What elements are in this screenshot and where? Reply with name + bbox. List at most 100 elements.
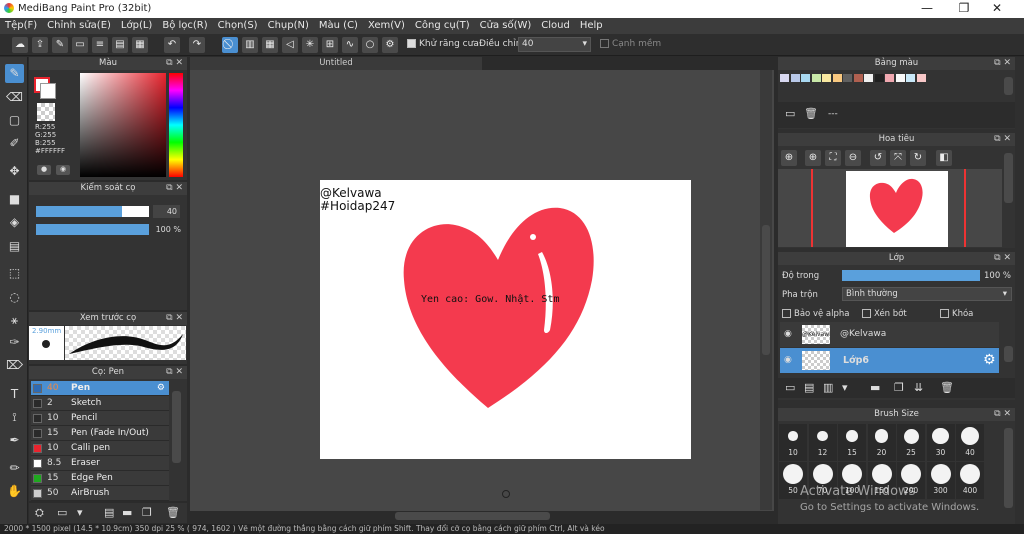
palette-scrollbar[interactable] <box>1004 77 1013 95</box>
menu-help[interactable]: Help <box>575 18 608 33</box>
bucket-tool-icon[interactable]: ◈ <box>5 213 24 232</box>
brush-item[interactable]: 10 Calli pen <box>31 441 169 456</box>
palette-swatch[interactable] <box>822 74 831 82</box>
color-mode-icon[interactable]: ● <box>37 165 51 175</box>
brush-item[interactable]: 2 Sketch <box>31 396 169 411</box>
duplicate-brush-icon[interactable]: ❐ <box>142 506 152 519</box>
brush-item[interactable]: 50 AirBrush <box>31 486 169 501</box>
antialias-checkbox[interactable]: Khử răng cưa <box>407 39 479 49</box>
palette-swatch[interactable] <box>811 74 821 82</box>
panel-close-icon[interactable]: ⧉ ✕ <box>166 312 183 325</box>
minimize-button[interactable]: — <box>910 0 944 18</box>
new-halftone-layer-icon[interactable]: ▤ <box>804 381 814 394</box>
brush-size-value[interactable]: 40 <box>153 205 180 218</box>
menu-filter[interactable]: Bộ lọc(R) <box>157 18 212 33</box>
palette-swatch[interactable] <box>843 74 852 82</box>
clipping-checkbox[interactable]: Xén bớt <box>862 309 907 319</box>
menu-select[interactable]: Chọn(S) <box>213 18 263 33</box>
pen-tool-icon[interactable]: ✏ <box>5 459 24 478</box>
grid-icon[interactable]: ▦ <box>132 37 148 53</box>
select-pen-tool-icon[interactable]: ✑ <box>5 333 24 352</box>
add-brush-icon[interactable]: ▭ <box>57 506 67 519</box>
canvas-area[interactable]: @Kelvawa #Hoidap247 Yen cao: Gow. Nhật. … <box>190 70 774 520</box>
delete-brush-icon[interactable]: 🗑 <box>166 506 180 519</box>
layer-row-selected[interactable]: ◉ Lớp6 ⚙ <box>780 348 999 373</box>
brush-settings-icon[interactable]: ▤ <box>104 506 114 519</box>
layers-scrollbar[interactable] <box>1004 346 1013 362</box>
brush-item-selected[interactable]: 40 Pen ⚙ <box>31 381 169 396</box>
panel-close-icon[interactable]: ⧉ ✕ <box>166 57 183 70</box>
brush-size-scrollbar[interactable] <box>1004 428 1013 508</box>
brush-size-cell[interactable]: 12 <box>808 424 837 461</box>
brush-tool-icon[interactable]: ✎ <box>5 64 24 83</box>
document-icon[interactable]: ≡ <box>92 37 108 53</box>
grid-snap-icon[interactable]: ▦ <box>262 37 278 53</box>
canvas-vscroll-thumb[interactable] <box>762 225 770 355</box>
brush-size-cell[interactable]: 10 <box>779 424 807 461</box>
panel-close-icon[interactable]: ⧉ ✕ <box>994 252 1011 265</box>
palette-swatch[interactable] <box>832 74 842 82</box>
palette-swatch[interactable] <box>853 74 863 82</box>
move-tool-icon[interactable]: ✥ <box>5 162 24 181</box>
eyedropper-tool-icon[interactable]: ✒ <box>5 431 24 450</box>
brush-size-cell[interactable]: 300 <box>926 462 955 499</box>
transparent-swatch[interactable] <box>37 103 55 121</box>
palette-swatch[interactable] <box>864 74 873 82</box>
brush-item[interactable]: 15 Edge Pen <box>31 471 169 486</box>
divide-tool-icon[interactable]: ⟟ <box>5 408 24 427</box>
eye-icon[interactable]: ◉ <box>784 329 792 339</box>
navigator-preview[interactable] <box>778 169 1002 247</box>
brush-size-cell[interactable]: 40 <box>956 424 984 461</box>
eye-icon[interactable]: ◉ <box>784 355 792 365</box>
brush-item[interactable]: 15 Pen (Fade In/Out) <box>31 426 169 441</box>
panel-close-icon[interactable]: ⧉ ✕ <box>994 57 1011 70</box>
layout-icon[interactable]: ▤ <box>112 37 128 53</box>
brush-folder-icon[interactable]: ▬ <box>122 506 132 519</box>
close-button[interactable]: ✕ <box>980 0 1014 18</box>
correction-select[interactable]: 40 ▾ <box>518 37 591 52</box>
dot-tool-icon[interactable]: ✐ <box>5 134 24 153</box>
lock-checkbox[interactable]: Khóa <box>940 309 973 319</box>
palette-swatch[interactable] <box>916 74 926 82</box>
circle-snap-icon[interactable]: ○ <box>362 37 378 53</box>
palette-swatch[interactable] <box>780 74 789 82</box>
duplicate-layer-icon[interactable]: ❐ <box>894 381 904 394</box>
zoom-in-2-icon[interactable]: ⊕ <box>805 150 821 166</box>
menu-snap[interactable]: Chụp(N) <box>263 18 314 33</box>
delete-color-icon[interactable]: 🗑 <box>804 107 818 120</box>
menu-color[interactable]: Màu (C) <box>314 18 363 33</box>
panel-close-icon[interactable]: ⧉ ✕ <box>166 182 183 195</box>
rotate-left-icon[interactable]: ↺ <box>870 150 886 166</box>
palette-swatch[interactable] <box>906 74 915 82</box>
panel-close-icon[interactable]: ⧉ ✕ <box>994 408 1011 421</box>
parallel-snap-icon[interactable]: ▥ <box>242 37 258 53</box>
color-picker-icon[interactable]: ◉ <box>56 165 70 175</box>
document-canvas[interactable]: @Kelvawa #Hoidap247 Yen cao: Gow. Nhật. … <box>320 180 691 459</box>
secondary-color-swatch[interactable] <box>40 83 56 99</box>
menu-edit[interactable]: Chỉnh sửa(E) <box>42 18 116 33</box>
canvas-hscroll-thumb[interactable] <box>395 512 550 520</box>
brush-size-cell[interactable]: 30 <box>926 424 955 461</box>
rectangle-tool-icon[interactable]: ▢ <box>5 111 24 130</box>
palette-swatch[interactable] <box>885 74 894 82</box>
gear-icon[interactable]: ⚙ <box>983 352 996 368</box>
radial-snap-icon[interactable]: ✳ <box>302 37 318 53</box>
brush-size-cell[interactable]: 25 <box>897 424 925 461</box>
new-file-icon[interactable]: ▭ <box>72 37 88 53</box>
new-layer-icon[interactable]: ▭ <box>785 381 795 394</box>
perspective-snap-icon[interactable]: ◁ <box>282 37 298 53</box>
gradient-tool-icon[interactable]: ▤ <box>5 237 24 256</box>
curve-snap-icon[interactable]: ∿ <box>342 37 358 53</box>
rotate-right-icon[interactable]: ↻ <box>910 150 926 166</box>
hand-tool-icon[interactable]: ✋ <box>5 482 24 501</box>
add-color-icon[interactable]: ▭ <box>785 107 795 120</box>
fill-rect-tool-icon[interactable]: ■ <box>5 190 24 209</box>
navigator-scrollbar[interactable] <box>1004 153 1013 203</box>
flip-icon[interactable]: ◧ <box>936 150 952 166</box>
brush-list-scrollbar[interactable] <box>172 391 181 463</box>
brush-size-slider[interactable] <box>36 206 149 217</box>
add-layer-menu-icon[interactable]: ▾ <box>842 381 848 394</box>
brush-size-cell[interactable]: 20 <box>867 424 896 461</box>
new-8bit-layer-icon[interactable]: ▥ <box>823 381 833 394</box>
zoom-in-icon[interactable]: ⊕ <box>781 150 797 166</box>
